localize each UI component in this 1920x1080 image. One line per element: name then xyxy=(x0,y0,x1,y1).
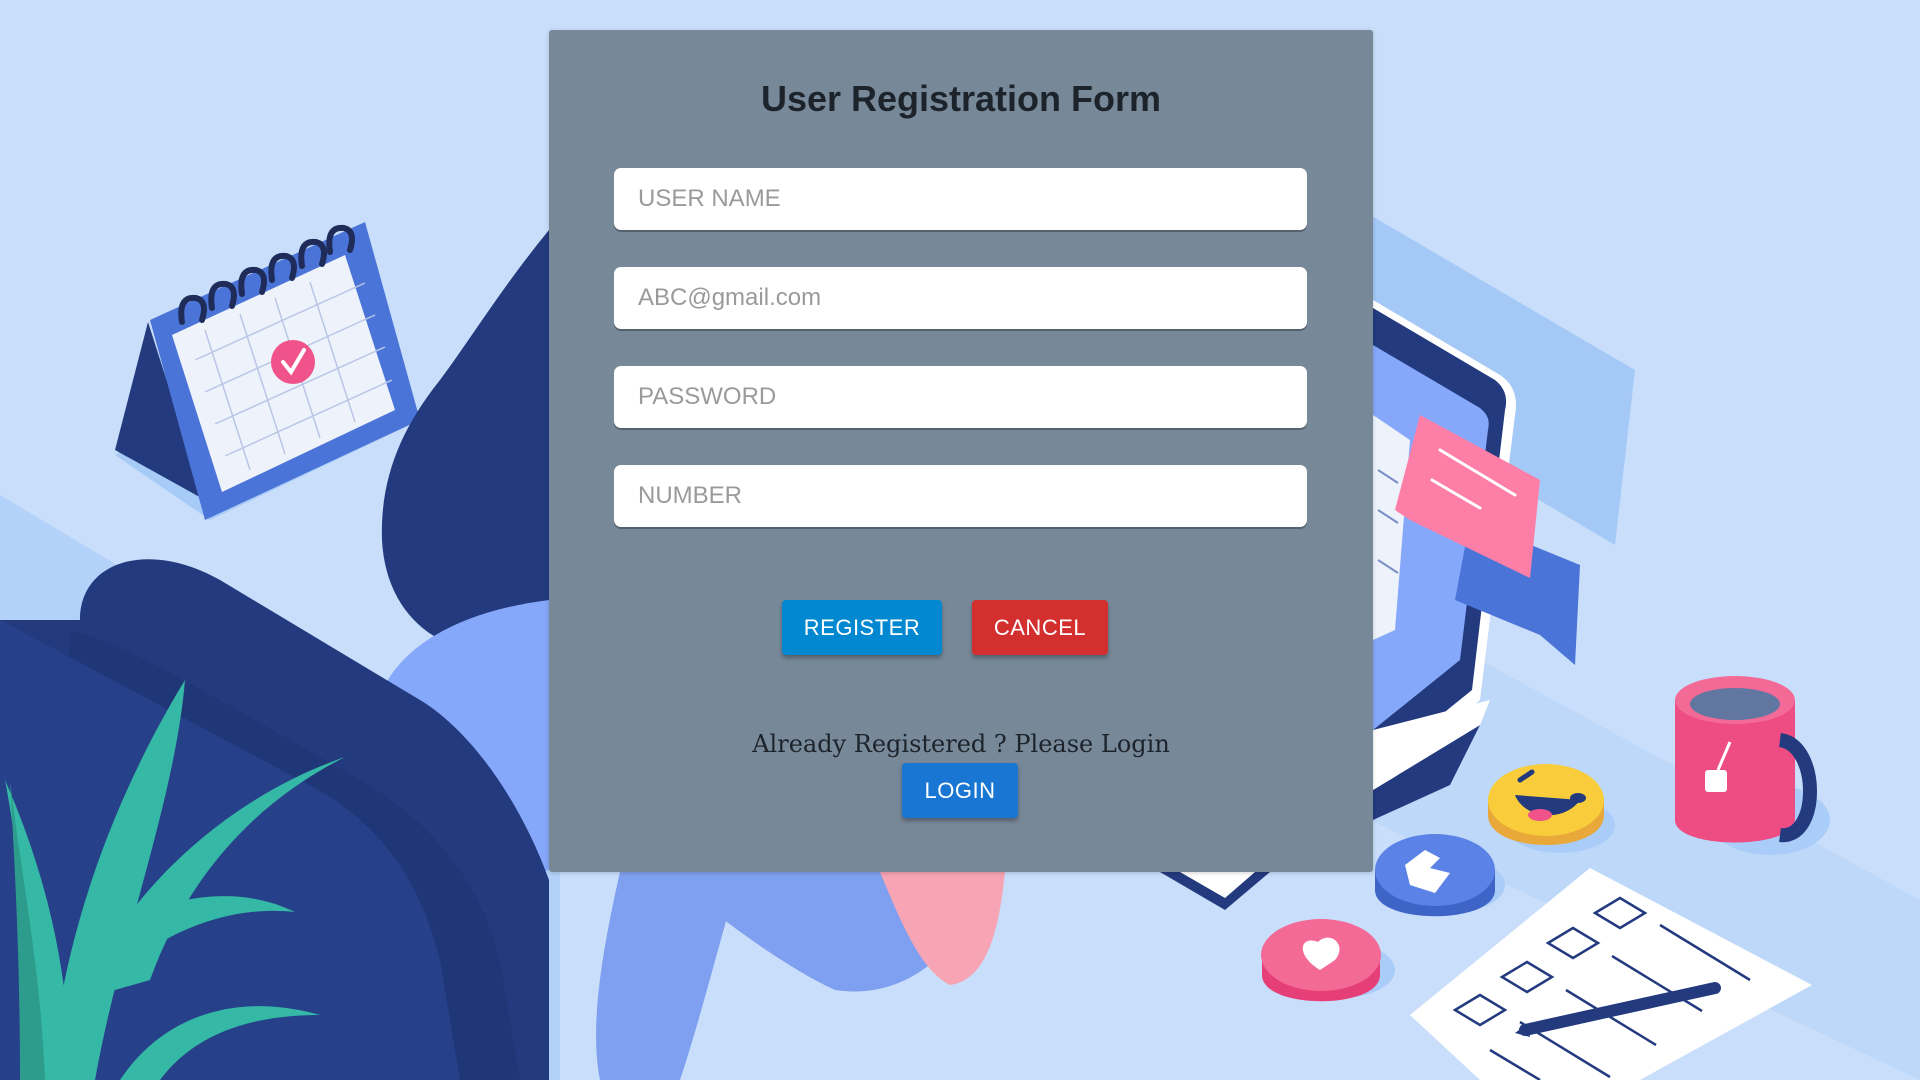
registration-form: User Registration Form REGISTER CANCEL A… xyxy=(549,30,1373,872)
password-input[interactable] xyxy=(614,366,1307,428)
cancel-button[interactable]: CANCEL xyxy=(972,600,1108,655)
username-input[interactable] xyxy=(614,168,1307,230)
already-registered-text: Already Registered ? Please Login xyxy=(752,730,1170,758)
number-input[interactable] xyxy=(614,465,1307,527)
email-input[interactable] xyxy=(614,267,1307,329)
register-button[interactable]: REGISTER xyxy=(782,600,942,655)
form-title: User Registration Form xyxy=(760,78,1162,119)
login-button[interactable]: LOGIN xyxy=(902,763,1018,818)
